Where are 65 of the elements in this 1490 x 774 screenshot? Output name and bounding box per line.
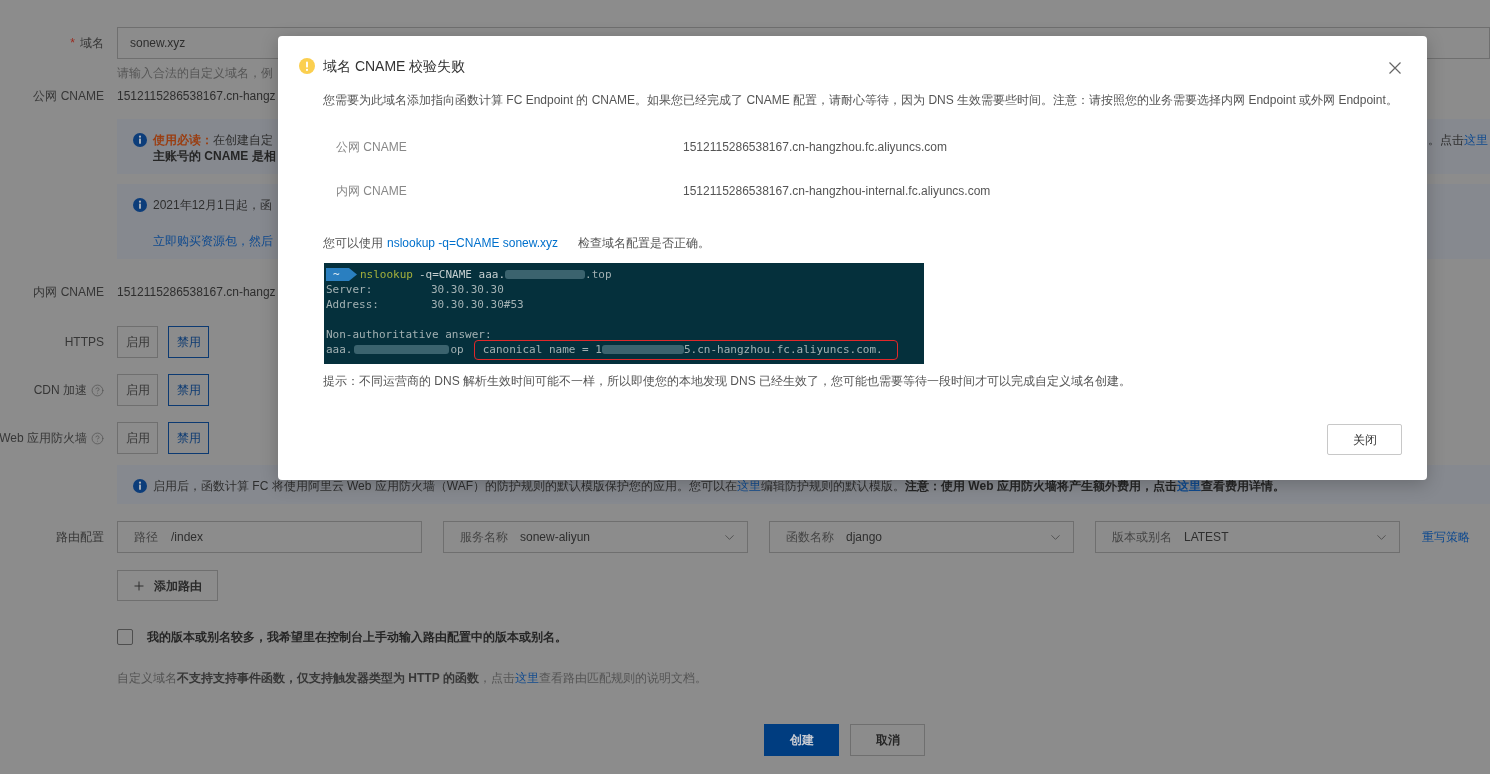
dialog-tip: 提示：不同运营商的 DNS 解析生效时间可能不一样，所以即使您的本地发现 DNS 已经生效了，您可能也需要等待一段时间才可以完成自定义域名创建。 bbox=[323, 373, 1132, 390]
command-link[interactable]: nslookup -q=CNAME sonew.xyz bbox=[387, 236, 559, 250]
checkbox-label: 我的版本或别名较多，我希望里在控制台上手动输入路由配置中的版本或别名。 bbox=[147, 629, 567, 646]
cname-value: 1512115286538167.cn-hangzhou-internal.fc.aliyuncs.com bbox=[683, 183, 991, 200]
terminal-text: 30.30.30.30#53 bbox=[431, 297, 524, 312]
terminal-text: 30.30.30.30 bbox=[431, 282, 504, 297]
check-hint: 您可以使用 nslookup -q=CNAME sonew.xyz 检查域名配置是否正确。 bbox=[323, 235, 711, 252]
terminal-text: Address: bbox=[326, 298, 379, 311]
dialog-close-button[interactable]: 关闭 bbox=[1327, 424, 1402, 455]
terminal-text: canonical name = 1 bbox=[482, 342, 602, 357]
terminal-command: nslookup bbox=[360, 267, 413, 282]
notice-text: 主账号的 CNAME 是相 bbox=[153, 148, 276, 164]
notice-text: 启用后，函数计算 FC 将使用阿里云 Web 应用防火墙（WAF）的防护规则的默认模版保护您的应用。您可以在这里编辑防护规则的默认模版。注意：使用 Web 应用防火墙将产生额外费用，点击这里查看费用详情。 bbox=[153, 478, 1285, 494]
field-label: 公网 CNAME bbox=[33, 88, 104, 105]
toggle-option[interactable]: 启用 bbox=[117, 422, 158, 454]
select-field[interactable]: 函数名称 django bbox=[769, 521, 1074, 553]
required-asterisk: * bbox=[70, 35, 75, 52]
doc-link[interactable]: 这里 bbox=[514, 671, 539, 685]
dialog-title: 域名 CNAME 校验失败 bbox=[323, 57, 466, 76]
notice-link[interactable]: 这里 bbox=[737, 479, 761, 493]
cname-value: 1512115286538167.cn-hangzhou.fc.aliyuncs.com bbox=[683, 139, 947, 156]
field-label: HTTPS bbox=[64, 334, 104, 351]
terminal-text: Server: bbox=[326, 283, 373, 296]
plus-icon bbox=[132, 578, 146, 593]
notice-text: 2021年12月1日起，函 bbox=[153, 197, 272, 213]
dialog-description: 您需要为此域名添加指向函数计算 FC Endpoint 的 CNAME。如果您已经完成了 CNAME 配置，请耐心等待，因为 DNS 生效需要些时间。注意：请按照您的业务需要选择内网 Endpoint 或外网 Endpoint。 bbox=[323, 92, 1399, 109]
cname-value: 1512115286538167.cn-hangz bbox=[117, 284, 276, 301]
terminal-text: aaa. bbox=[326, 342, 353, 357]
terminal-text: 5.cn-hangzhou.fc.aliyuncs.com. bbox=[683, 342, 883, 357]
select-field[interactable]: 服务名称 sonew-aliyun bbox=[443, 521, 748, 553]
prompt-badge: ~ bbox=[326, 268, 357, 281]
terminal-text: -q=CNAME aaa. bbox=[419, 267, 506, 282]
create-button[interactable]: 创建 bbox=[764, 724, 839, 756]
cancel-button[interactable]: 取消 bbox=[850, 724, 925, 756]
select-field[interactable]: 版本或别名 LATEST bbox=[1095, 521, 1400, 553]
info-icon bbox=[133, 479, 147, 493]
field-label: 路由配置 bbox=[56, 529, 104, 546]
cname-label: 内网 CNAME bbox=[336, 184, 407, 198]
warning-icon bbox=[299, 58, 315, 74]
toggle-option[interactable]: 禁用 bbox=[168, 374, 209, 406]
cname-value: 1512115286538167.cn-hangz bbox=[117, 88, 276, 105]
info-icon bbox=[133, 198, 147, 212]
info-icon bbox=[133, 133, 147, 147]
terminal-text: op bbox=[450, 342, 464, 357]
add-route-button[interactable]: 添加路由 bbox=[117, 570, 218, 601]
field-label: Web 应用防火墙 bbox=[0, 430, 87, 447]
field-label: 域名 bbox=[80, 35, 104, 52]
field-label: CDN 加速 bbox=[33, 382, 87, 399]
close-icon[interactable] bbox=[1389, 62, 1401, 74]
toggle-option[interactable]: 禁用 bbox=[168, 422, 209, 454]
terminal-text: .top bbox=[585, 267, 612, 282]
toggle-option[interactable]: 启用 bbox=[117, 374, 158, 406]
toggle-option[interactable]: 禁用 bbox=[168, 326, 209, 358]
notice-link[interactable]: 这里 bbox=[1464, 133, 1488, 147]
cname-label: 公网 CNAME bbox=[336, 140, 407, 154]
notice-text: 。点击这里 bbox=[1428, 132, 1488, 148]
notice-link[interactable]: 这里 bbox=[1176, 479, 1201, 493]
checkbox[interactable] bbox=[117, 629, 133, 645]
path-input[interactable]: 路径 /index bbox=[117, 521, 422, 553]
field-label: 内网 CNAME bbox=[33, 284, 104, 301]
rewrite-link[interactable]: 重写策略 bbox=[1422, 528, 1470, 546]
notice-link[interactable]: 立即购买资源包，然后 bbox=[153, 234, 273, 248]
terminal-text: Non-authoritative answer: bbox=[326, 327, 492, 342]
toggle-option[interactable]: 启用 bbox=[117, 326, 158, 358]
notice-text: 使用必读：在创建自定 bbox=[153, 132, 273, 148]
